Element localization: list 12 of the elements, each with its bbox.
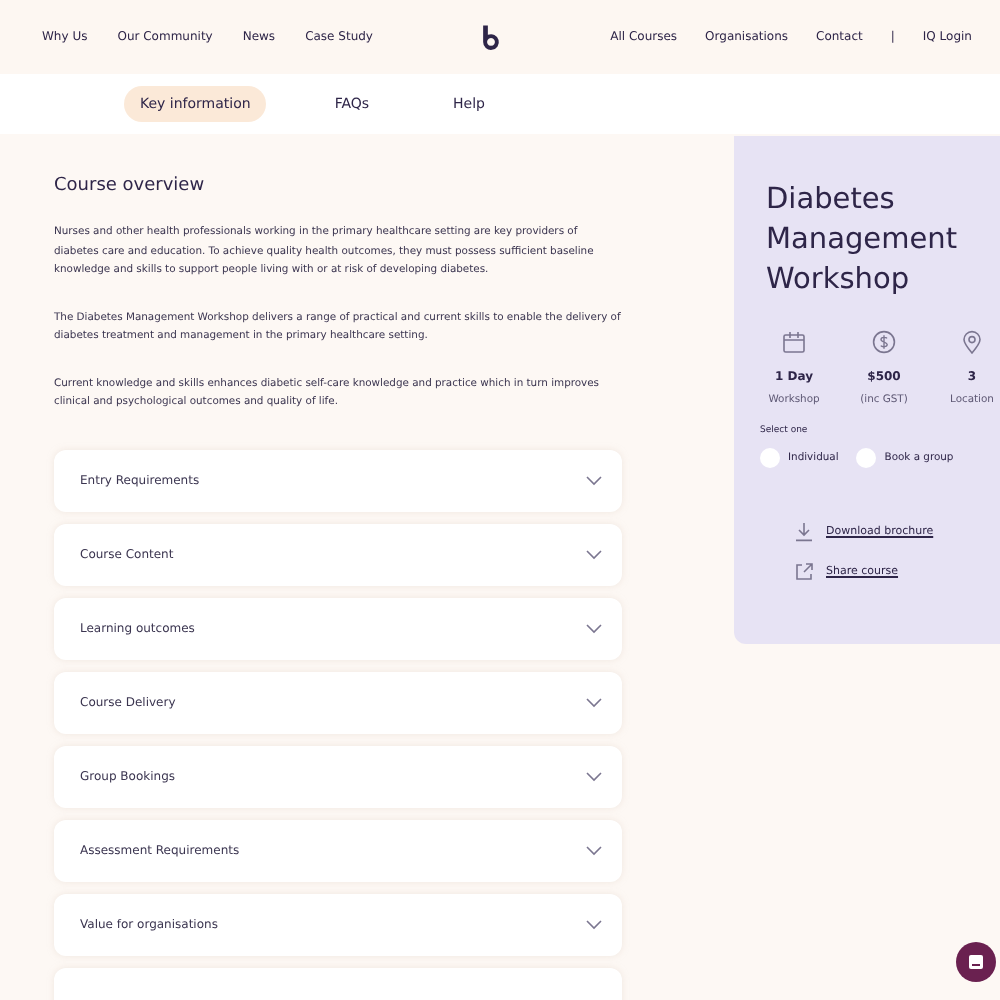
share-icon	[794, 562, 814, 582]
dollar-icon	[872, 330, 896, 354]
chat-icon	[968, 954, 984, 970]
radio-button[interactable]	[760, 448, 780, 468]
course-title: Diabetes Management Workshop	[766, 182, 960, 300]
chat-button[interactable]	[956, 942, 996, 982]
logo-icon[interactable]	[480, 23, 503, 51]
location-pin-icon	[960, 330, 984, 354]
download-icon	[794, 522, 814, 542]
radio-button[interactable]	[856, 448, 877, 468]
section-heading: Course overview	[54, 176, 207, 196]
calendar-icon	[782, 330, 806, 354]
